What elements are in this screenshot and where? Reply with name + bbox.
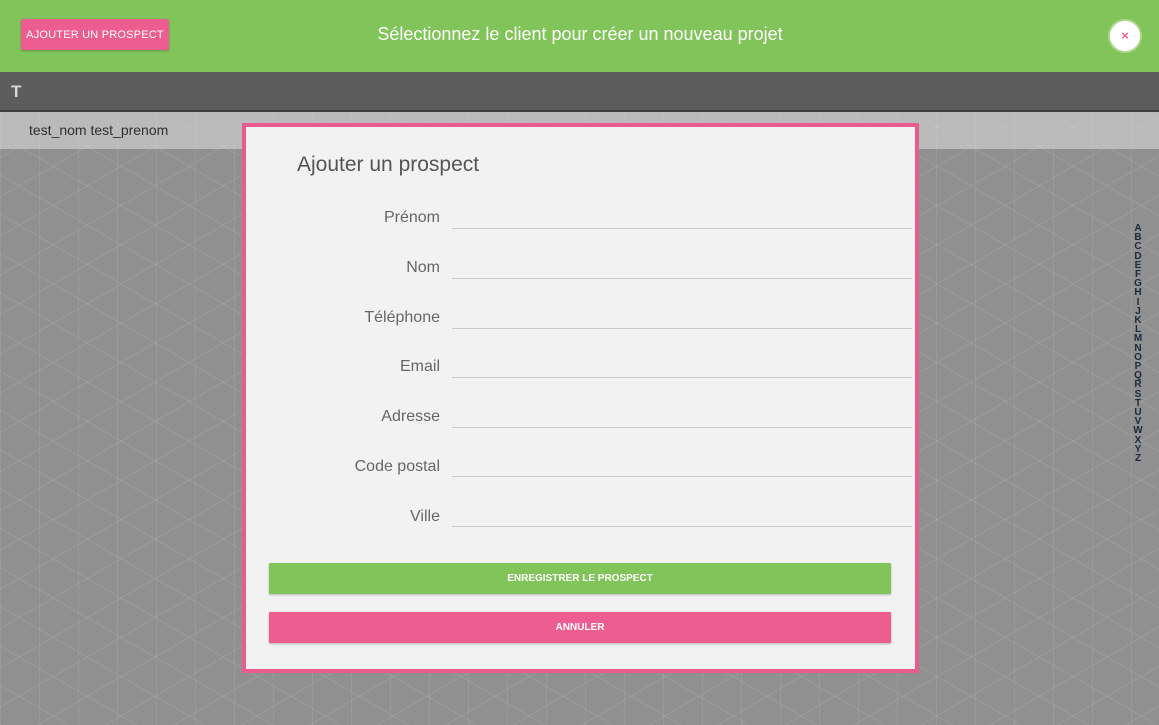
last-name-label: Nom: [406, 259, 440, 276]
cancel-button[interactable]: ANNULER: [269, 612, 891, 643]
alphabet-letter-z[interactable]: Z: [1131, 453, 1145, 463]
address-label: Adresse: [381, 408, 440, 425]
modal-title: Ajouter un prospect: [297, 153, 480, 176]
first-name-field[interactable]: [452, 204, 912, 229]
city-label: Ville: [410, 508, 440, 525]
client-section-header: T: [0, 72, 1159, 112]
postal-code-label: Code postal: [354, 458, 440, 475]
address-field[interactable]: [452, 403, 912, 428]
postal-code-field[interactable]: [452, 452, 912, 477]
phone-label: Téléphone: [364, 309, 440, 326]
city-field[interactable]: [452, 502, 912, 527]
email-field[interactable]: [452, 353, 912, 378]
email-label: Email: [399, 358, 440, 375]
phone-field[interactable]: [452, 304, 912, 329]
save-prospect-button[interactable]: ENREGISTRER LE PROSPECT: [269, 563, 891, 594]
client-name: test_nom test_prenom: [29, 122, 169, 138]
alphabet-index: A B C D E F G H I J K L M N O P Q R S T …: [1131, 223, 1145, 463]
close-icon[interactable]: ×: [1110, 21, 1140, 51]
section-letter: T: [11, 82, 22, 101]
last-name-field[interactable]: [452, 254, 912, 279]
add-prospect-modal: Ajouter un prospect Prénom Nom Téléphone…: [242, 123, 919, 673]
top-bar: AJOUTER UN PROSPECT Sélectionnez le clie…: [0, 0, 1159, 72]
page-title: Sélectionnez le client pour créer un nou…: [377, 24, 783, 44]
add-prospect-button[interactable]: AJOUTER UN PROSPECT: [21, 19, 169, 50]
first-name-label: Prénom: [383, 209, 440, 226]
